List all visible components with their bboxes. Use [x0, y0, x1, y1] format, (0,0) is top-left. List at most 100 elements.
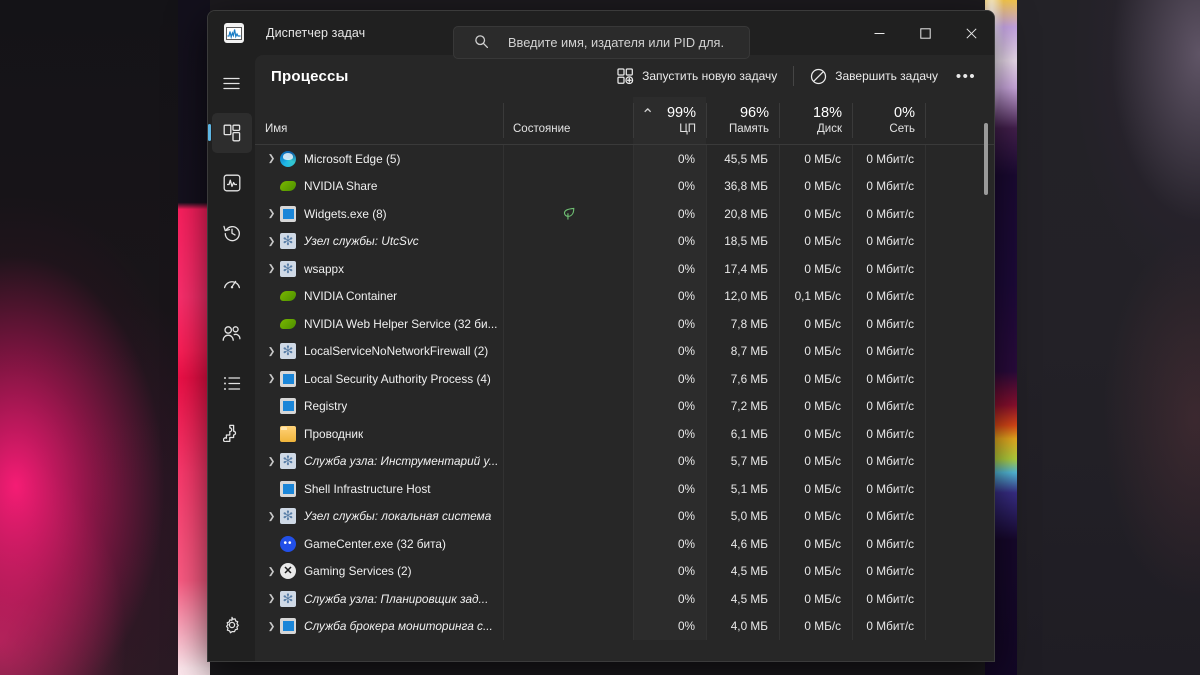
process-name-cell[interactable]: ❯Узел службы: UtcSvc	[255, 228, 503, 256]
table-row[interactable]: ❯NVIDIA Share0%36,8 МБ0 МБ/с0 Мбит/с	[255, 173, 994, 201]
expand-chevron-icon[interactable]: ❯	[265, 153, 278, 164]
service-icon	[280, 591, 296, 607]
sidebar-item-processes[interactable]	[212, 113, 252, 153]
more-options-button[interactable]: •••	[952, 62, 980, 90]
table-row[interactable]: ❯LocalServiceNoNetworkFirewall (2)0%8,7 …	[255, 338, 994, 366]
run-new-task-label: Запустить новую задачу	[642, 69, 777, 83]
sidebar-item-details[interactable]	[212, 363, 252, 403]
table-row[interactable]: ❯Узел службы: UtcSvc0%18,5 МБ0 МБ/с0 Мби…	[255, 228, 994, 256]
process-name-cell[interactable]: ❯Registry	[255, 393, 503, 421]
sidebar-item-startup-apps[interactable]	[212, 263, 252, 303]
process-name-cell[interactable]: ❯Служба брокера мониторинга с...	[255, 613, 503, 641]
expand-chevron-icon[interactable]: ❯	[265, 566, 278, 577]
search-input[interactable]	[508, 35, 723, 50]
expand-chevron-icon[interactable]: ❯	[265, 236, 278, 247]
process-cpu-cell: 0%	[633, 613, 706, 641]
sidebar-item-services[interactable]	[212, 413, 252, 453]
process-network-cell: 0 Мбит/с	[852, 393, 925, 421]
end-task-button[interactable]: Завершить задачу	[802, 61, 946, 91]
table-row[interactable]: ❯Служба узла: Планировщик зад...0%4,5 МБ…	[255, 585, 994, 613]
wallpaper-right	[985, 0, 1200, 675]
sidebar-item-users[interactable]	[212, 313, 252, 353]
expand-chevron-icon[interactable]: ❯	[265, 511, 278, 522]
process-disk-cell: 0 МБ/с	[779, 338, 852, 366]
process-memory-cell: 7,6 МБ	[706, 365, 779, 393]
window-icon	[280, 371, 296, 387]
task-manager-window: Диспетчер задач	[207, 10, 995, 662]
process-state-cell	[503, 200, 633, 228]
process-name-label: LocalServiceNoNetworkFirewall (2)	[304, 344, 488, 358]
table-row[interactable]: ❯Shell Infrastructure Host0%5,1 МБ0 МБ/с…	[255, 475, 994, 503]
memory-value: 7,2 МБ	[706, 399, 779, 413]
column-header-memory[interactable]: 96% Память	[706, 97, 779, 144]
close-button[interactable]	[948, 11, 994, 55]
table-row[interactable]: ❯Служба узла: Инструментарий у...0%5,7 М…	[255, 448, 994, 476]
table-row[interactable]: ❯Служба брокера мониторинга с...0%4,0 МБ…	[255, 613, 994, 641]
process-cpu-cell: 0%	[633, 393, 706, 421]
process-name-cell[interactable]: ❯Shell Infrastructure Host	[255, 475, 503, 503]
table-row[interactable]: ❯Проводник0%6,1 МБ0 МБ/с0 Мбит/с	[255, 420, 994, 448]
process-name-cell[interactable]: ❯Узел службы: локальная система	[255, 503, 503, 531]
scrollbar-thumb[interactable]	[984, 123, 988, 195]
process-name-cell[interactable]: ❯NVIDIA Container	[255, 283, 503, 311]
process-state-cell	[503, 255, 633, 283]
process-name-cell[interactable]: ❯Служба узла: Планировщик зад...	[255, 585, 503, 613]
process-network-cell: 0 Мбит/с	[852, 310, 925, 338]
disk-value: 0 МБ/с	[779, 152, 852, 166]
expand-chevron-icon[interactable]: ❯	[265, 621, 278, 632]
table-row[interactable]: ❯NVIDIA Container0%12,0 МБ0,1 МБ/с0 Мбит…	[255, 283, 994, 311]
table-row[interactable]: ❯Local Security Authority Process (4)0%7…	[255, 365, 994, 393]
search-box[interactable]	[453, 26, 750, 59]
table-row[interactable]: ❯Узел службы: локальная система0%5,0 МБ0…	[255, 503, 994, 531]
column-header-state[interactable]: Состояние	[503, 97, 633, 144]
process-name-cell[interactable]: ❯Widgets.exe (8)	[255, 200, 503, 228]
column-header-cpu[interactable]: ⌃ 99% ЦП	[633, 97, 706, 144]
minimize-button[interactable]	[856, 11, 902, 55]
table-body: ❯Microsoft Edge (5)0%45,5 МБ0 МБ/с0 Мбит…	[255, 145, 994, 661]
process-name-cell[interactable]: ❯GameCenter.exe (32 бита)	[255, 530, 503, 558]
disk-value: 0 МБ/с	[779, 592, 852, 606]
wallpaper-pink-strip	[178, 0, 210, 675]
expand-chevron-icon[interactable]: ❯	[265, 373, 278, 384]
table-row[interactable]: ❯Microsoft Edge (5)0%45,5 МБ0 МБ/с0 Мбит…	[255, 145, 994, 173]
column-header-name[interactable]: Имя	[255, 97, 503, 144]
expand-chevron-icon[interactable]: ❯	[265, 456, 278, 467]
expand-chevron-icon[interactable]: ❯	[265, 208, 278, 219]
cpu-value: 0%	[633, 619, 706, 633]
process-name-cell[interactable]: ❯Local Security Authority Process (4)	[255, 365, 503, 393]
process-name-cell[interactable]: ❯ LocalServiceNoNetworkFirewall (2)	[255, 338, 503, 366]
vertical-scrollbar[interactable]	[982, 105, 990, 653]
process-network-cell: 0 Мбит/с	[852, 338, 925, 366]
sidebar-item-performance[interactable]	[212, 163, 252, 203]
column-header-network[interactable]: 0% Сеть	[852, 97, 925, 144]
sidebar-item-menu[interactable]	[212, 63, 252, 103]
process-name-cell[interactable]: ❯Gaming Services (2)	[255, 558, 503, 586]
service-icon	[280, 343, 296, 359]
process-name-cell[interactable]: ❯NVIDIA Web Helper Service (32 би...	[255, 310, 503, 338]
process-name-cell[interactable]: ❯Проводник	[255, 420, 503, 448]
table-row[interactable]: ❯Gaming Services (2)0%4,5 МБ0 МБ/с0 Мбит…	[255, 558, 994, 586]
table-row[interactable]: ❯wsappx0%17,4 МБ0 МБ/с0 Мбит/с	[255, 255, 994, 283]
expand-chevron-icon[interactable]: ❯	[265, 346, 278, 357]
network-value: 0 Мбит/с	[852, 344, 925, 358]
expand-chevron-icon[interactable]: ❯	[265, 593, 278, 604]
expand-chevron-icon[interactable]: ❯	[265, 263, 278, 274]
process-name-cell[interactable]: ❯NVIDIA Share	[255, 173, 503, 201]
window-controls	[856, 11, 994, 55]
table-row[interactable]: ❯GameCenter.exe (32 бита)0%4,6 МБ0 МБ/с0…	[255, 530, 994, 558]
process-cpu-cell: 0%	[633, 503, 706, 531]
process-name-label: Registry	[304, 399, 347, 413]
column-header-disk[interactable]: 18% Диск	[779, 97, 852, 144]
table-row[interactable]: ❯Registry0%7,2 МБ0 МБ/с0 Мбит/с	[255, 393, 994, 421]
process-name-cell[interactable]: ❯Microsoft Edge (5)	[255, 145, 503, 173]
sidebar-item-settings[interactable]	[212, 605, 252, 645]
sidebar-item-app-history[interactable]	[212, 213, 252, 253]
cpu-value: 0%	[633, 592, 706, 606]
process-name-cell[interactable]: ❯wsappx	[255, 255, 503, 283]
run-new-task-button[interactable]: Запустить новую задачу	[609, 61, 785, 91]
table-row[interactable]: ❯Widgets.exe (8)0%20,8 МБ0 МБ/с0 Мбит/с	[255, 200, 994, 228]
maximize-button[interactable]	[902, 11, 948, 55]
process-name-cell[interactable]: ❯Служба узла: Инструментарий у...	[255, 448, 503, 476]
column-header-memory-pct: 96%	[716, 105, 769, 122]
table-row[interactable]: ❯NVIDIA Web Helper Service (32 би...0%7,…	[255, 310, 994, 338]
